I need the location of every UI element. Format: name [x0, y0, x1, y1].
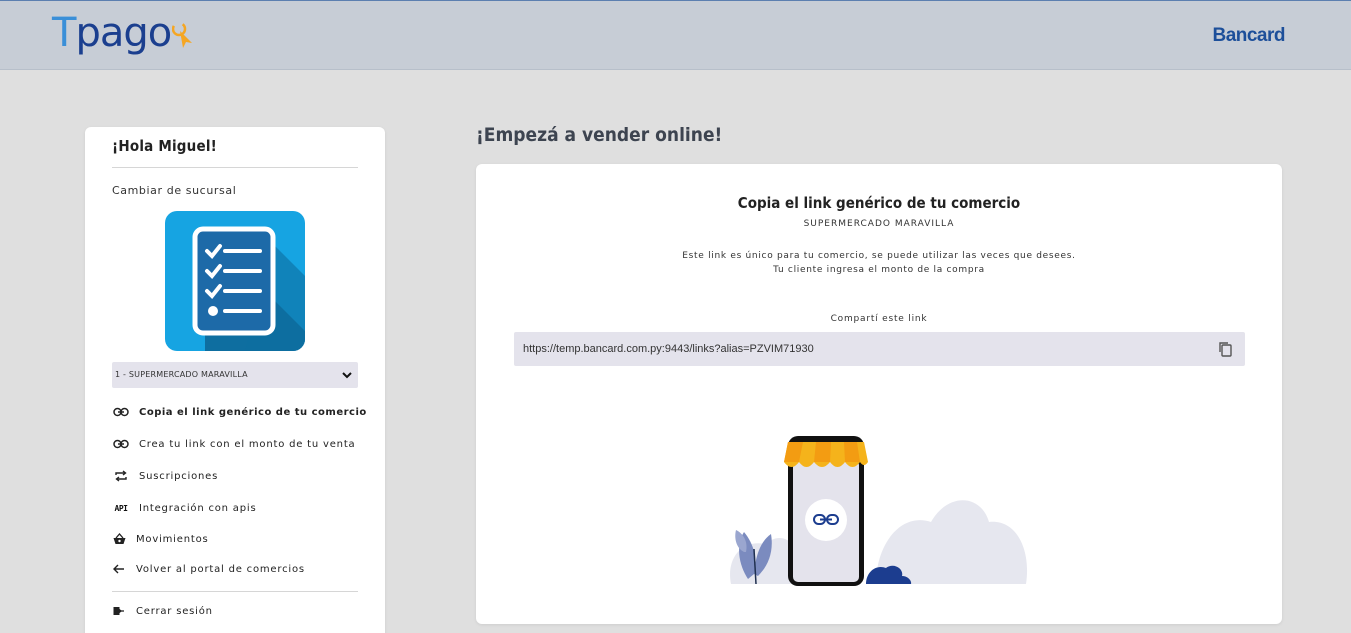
description-line-1: Este link es único para tu comercio, se …: [682, 251, 1076, 261]
arrow-left-icon: [112, 562, 126, 576]
page-title: ¡Empezá a vender online!: [476, 124, 723, 146]
branch-select[interactable]: 1 - SUPERMERCADO MARAVILLA: [112, 362, 358, 388]
menu-item-subscriptions[interactable]: Suscripciones: [112, 466, 218, 486]
menu-item-label: Suscripciones: [139, 470, 219, 482]
link-icon: [112, 405, 130, 419]
bancard-logo: Bancard: [1212, 25, 1285, 46]
menu-item-amount-link[interactable]: Crea tu link con el monto de tu venta: [112, 434, 355, 454]
copy-icon[interactable]: [1217, 341, 1233, 361]
logout-button[interactable]: Cerrar sesión: [112, 601, 213, 621]
cursor-icon: [172, 21, 193, 48]
menu-item-generic-link[interactable]: Copia el link genérico de tu comercio: [112, 402, 367, 422]
api-icon: API: [114, 503, 128, 513]
divider: [112, 167, 358, 168]
phone-store-illustration: [730, 436, 1028, 586]
tpago-logo[interactable]: Tpago: [52, 11, 198, 61]
menu-item-back-to-portal[interactable]: Volver al portal de comercios: [112, 559, 305, 579]
top-bar: Tpago Bancard: [0, 0, 1351, 70]
basket-icon: [112, 532, 126, 546]
chevron-down-icon: [342, 372, 352, 379]
description-line-2: Tu cliente ingresa el monto de la compra: [773, 265, 985, 275]
logo-letter-t: T: [52, 10, 76, 56]
repeat-icon: [112, 469, 130, 483]
menu-item-label: Crea tu link con el monto de tu venta: [139, 438, 356, 450]
sidebar: ¡Hola Miguel! Cambiar de sucursal 1 - SU…: [85, 127, 385, 633]
link-field[interactable]: https://temp.bancard.com.py:9443/links?a…: [514, 332, 1245, 366]
greeting: ¡Hola Miguel!: [112, 137, 217, 155]
menu-item-api-integration[interactable]: API Integración con apis: [112, 498, 256, 518]
merchant-name: SUPERMERCADO MARAVILLA: [803, 219, 955, 229]
card-description: Este link es único para tu comercio, se …: [476, 249, 1282, 277]
menu-item-label: Integración con apis: [139, 502, 257, 514]
store-icon: [165, 211, 305, 351]
logout-label: Cerrar sesión: [136, 605, 213, 617]
divider: [112, 591, 358, 592]
link-url[interactable]: https://temp.bancard.com.py:9443/links?a…: [523, 343, 814, 355]
menu-item-movements[interactable]: Movimientos: [112, 529, 209, 549]
card-title: Copia el link genérico de tu comercio: [737, 194, 1021, 212]
branch-select-value: 1 - SUPERMERCADO MARAVILLA: [115, 370, 248, 379]
logo-text: pago: [75, 10, 172, 56]
link-icon: [112, 437, 130, 451]
logout-icon: [112, 604, 126, 618]
menu-item-label: Movimientos: [136, 533, 209, 545]
change-branch-link[interactable]: Cambiar de sucursal: [112, 184, 236, 197]
share-label: Compartí este link: [830, 314, 928, 324]
menu-item-label: Volver al portal de comercios: [136, 563, 305, 575]
generic-link-card: Copia el link genérico de tu comercio SU…: [476, 164, 1282, 624]
menu-item-label: Copia el link genérico de tu comercio: [139, 406, 367, 418]
